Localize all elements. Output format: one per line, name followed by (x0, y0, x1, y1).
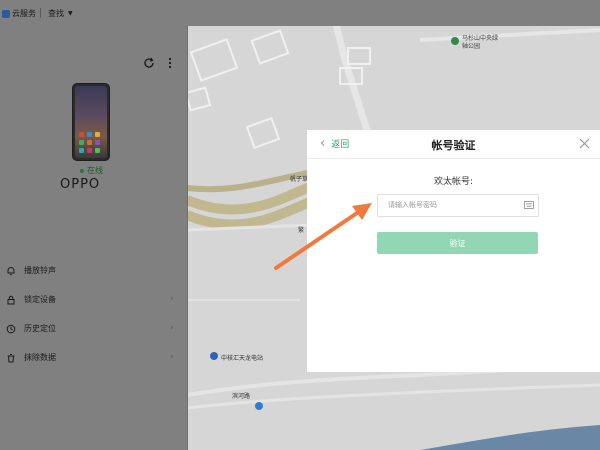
find-dropdown[interactable]: 查找 ▼ (48, 8, 73, 19)
cloud-service-label: 云服务 (12, 9, 36, 18)
map-label-road: 帆子草 (290, 176, 309, 183)
menu-item-erase-data[interactable]: 抹除数据 › (0, 343, 187, 372)
chevron-down-icon: ▼ (68, 10, 73, 17)
account-verify-dialog: ‹ 返回 帐号验证 欢太帐号: 验证 (307, 130, 600, 372)
refresh-icon[interactable] (142, 56, 156, 70)
lock-icon (7, 295, 15, 304)
phone-image (72, 83, 110, 161)
map-label-binhe-road: 滨河路 (232, 393, 251, 400)
map-label-park: 马杉山中央绿轴公园 (462, 35, 499, 50)
menu-item-lock-device[interactable]: 锁定设备 › (0, 285, 187, 314)
divider (40, 8, 41, 18)
dialog-header: ‹ 返回 帐号验证 (307, 130, 600, 159)
menu-item-location-history[interactable]: 历史定位 › (0, 314, 187, 343)
map-label-station: 中核汇天龙电站 (221, 355, 264, 362)
status-label: 在线 (87, 166, 103, 175)
device-panel: 在线 OPPO 播放铃声 锁定设备 › 历史定位 › 抹除数据 › (0, 26, 188, 450)
chevron-right-icon: › (170, 352, 174, 362)
chevron-right-icon: › (170, 323, 174, 333)
cloud-icon (2, 9, 10, 18)
keyboard-icon[interactable] (524, 201, 534, 209)
menu-item-label: 历史定位 (24, 324, 56, 333)
more-vertical-icon[interactable] (166, 56, 174, 70)
password-input[interactable] (388, 195, 518, 214)
bell-icon (7, 266, 15, 275)
device-name: OPPO (60, 177, 101, 192)
online-dot-icon (80, 168, 84, 173)
verify-button[interactable]: 验证 (377, 232, 538, 254)
menu-item-label: 播放铃声 (24, 266, 56, 275)
device-actions-menu: 播放铃声 锁定设备 › 历史定位 › 抹除数据 › (0, 256, 187, 372)
dialog-title: 帐号验证 (431, 139, 476, 152)
find-label: 查找 (48, 9, 64, 18)
account-label: 欢太帐号: (433, 177, 474, 187)
clock-icon (6, 324, 16, 333)
cloud-service-link[interactable]: 云服务 (2, 8, 36, 19)
close-icon[interactable] (579, 138, 590, 149)
chevron-right-icon: › (170, 294, 174, 304)
menu-item-label: 锁定设备 (24, 295, 56, 304)
top-bar: 云服务 查找 ▼ (0, 0, 600, 26)
map-label-fan: 繁 (298, 227, 305, 234)
menu-item-label: 抹除数据 (24, 353, 56, 362)
password-field[interactable] (377, 194, 539, 217)
status-badge: 在线 (80, 165, 103, 176)
menu-item-play-sound[interactable]: 播放铃声 (0, 256, 187, 285)
trash-icon (7, 353, 15, 362)
